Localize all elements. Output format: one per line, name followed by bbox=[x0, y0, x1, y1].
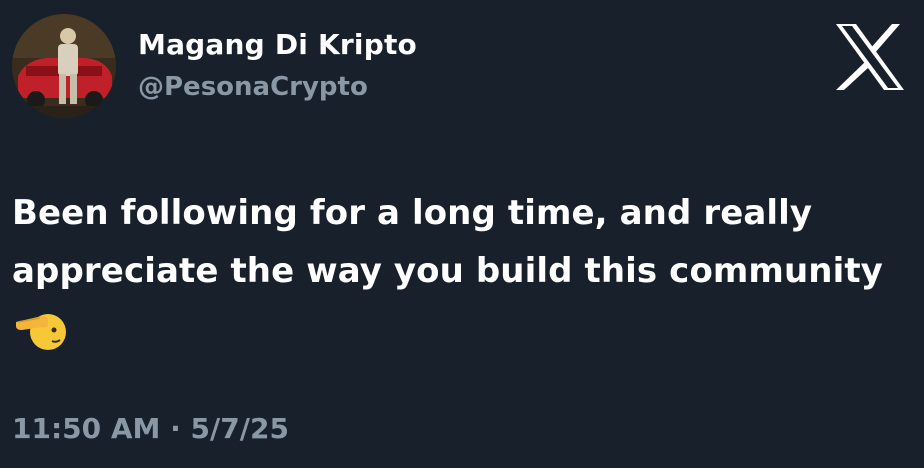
post-card: Magang Di Kripto @PesonaCrypto Been foll… bbox=[0, 0, 924, 468]
avatar[interactable] bbox=[12, 14, 116, 118]
avatar-photo-icon bbox=[12, 14, 116, 118]
post-timestamp[interactable]: 11:50 AM · 5/7/25 bbox=[12, 412, 289, 445]
x-logo-icon bbox=[834, 22, 906, 92]
post-text: Been following for a long time, and real… bbox=[12, 184, 912, 358]
author-handle[interactable]: @PesonaCrypto bbox=[138, 72, 368, 102]
post-text-line: appreciate the way you build this commun… bbox=[12, 251, 883, 291]
saluting-face-emoji-icon bbox=[12, 308, 68, 354]
author-display-name[interactable]: Magang Di Kripto bbox=[138, 28, 417, 61]
post-text-line: Been following for a long time, and real… bbox=[12, 193, 813, 233]
